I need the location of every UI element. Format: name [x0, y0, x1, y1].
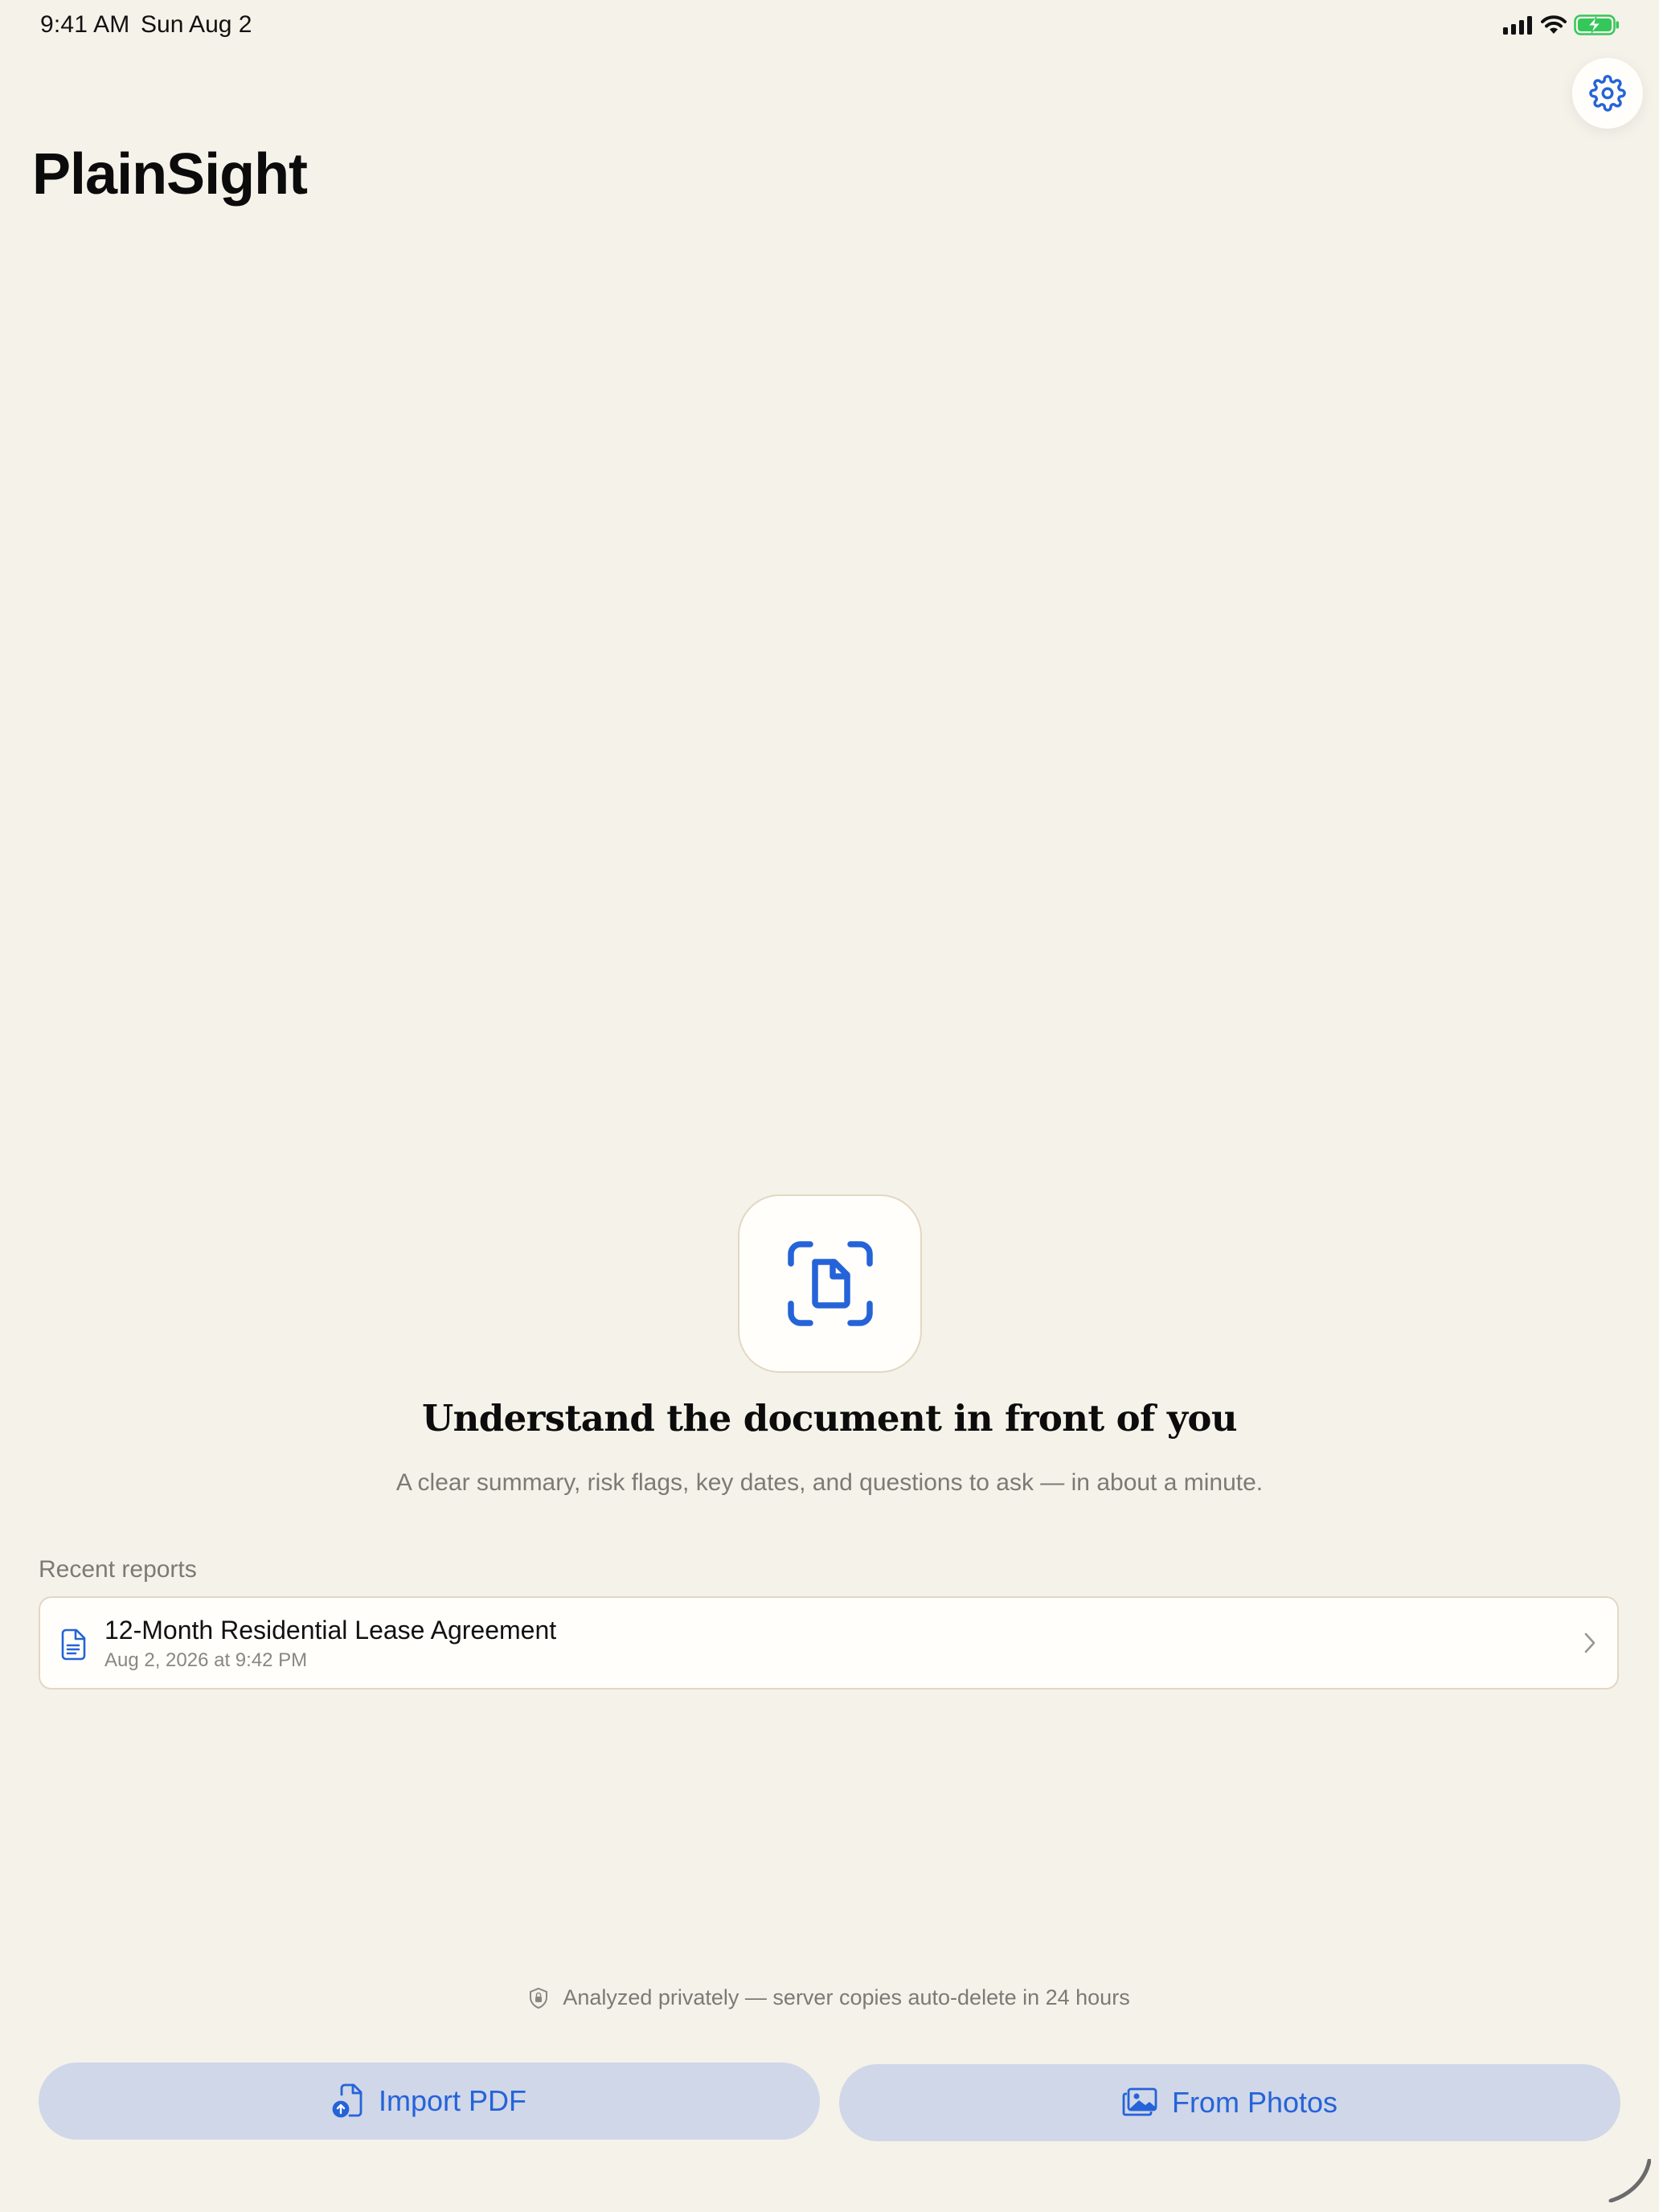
battery-charging-icon — [1574, 14, 1619, 35]
chevron-right-icon — [1584, 1632, 1596, 1653]
privacy-note: Analyzed privately — server copies auto-… — [0, 1985, 1659, 2010]
report-date: Aug 2, 2026 at 9:42 PM — [104, 1649, 308, 1671]
gear-icon — [1589, 75, 1626, 112]
document-scan-icon — [787, 1241, 873, 1326]
settings-button[interactable] — [1572, 58, 1643, 129]
report-title: 12-Month Residential Lease Agreement — [104, 1616, 557, 1645]
from-photos-label: From Photos — [1171, 2086, 1338, 2119]
document-upload-icon — [332, 2083, 363, 2118]
cellular-signal-icon — [1503, 16, 1532, 35]
photos-icon — [1122, 2087, 1157, 2116]
status-bar: 9:41 AM Sun Aug 2 — [0, 0, 1659, 51]
import-pdf-button[interactable]: Import PDF — [39, 2062, 820, 2140]
home-indicator — [1608, 2159, 1651, 2202]
shield-lock-icon — [530, 1987, 548, 2009]
recent-reports-header: Recent reports — [39, 1556, 197, 1583]
document-text-icon — [61, 1628, 86, 1661]
import-pdf-label: Import PDF — [378, 2084, 527, 2117]
status-date: Sun Aug 2 — [141, 11, 252, 38]
hero-icon-tile — [738, 1194, 922, 1373]
home-screen: 9:41 AM Sun Aug 2 PlainSight Understand … — [0, 0, 1659, 2212]
status-icons — [1503, 14, 1620, 35]
hero-subtitle: A clear summary, risk flags, key dates, … — [395, 1469, 1264, 1496]
hero-title: Understand the document in front of you — [422, 1397, 1238, 1440]
app-title: PlainSight — [32, 142, 308, 207]
status-time: 9:41 AM — [40, 11, 130, 38]
from-photos-button[interactable]: From Photos — [839, 2064, 1620, 2141]
privacy-note-text: Analyzed privately — server copies auto-… — [563, 1985, 1130, 2009]
wifi-icon — [1541, 15, 1567, 34]
recent-report-item[interactable]: 12-Month Residential Lease Agreement Aug… — [39, 1596, 1619, 1690]
